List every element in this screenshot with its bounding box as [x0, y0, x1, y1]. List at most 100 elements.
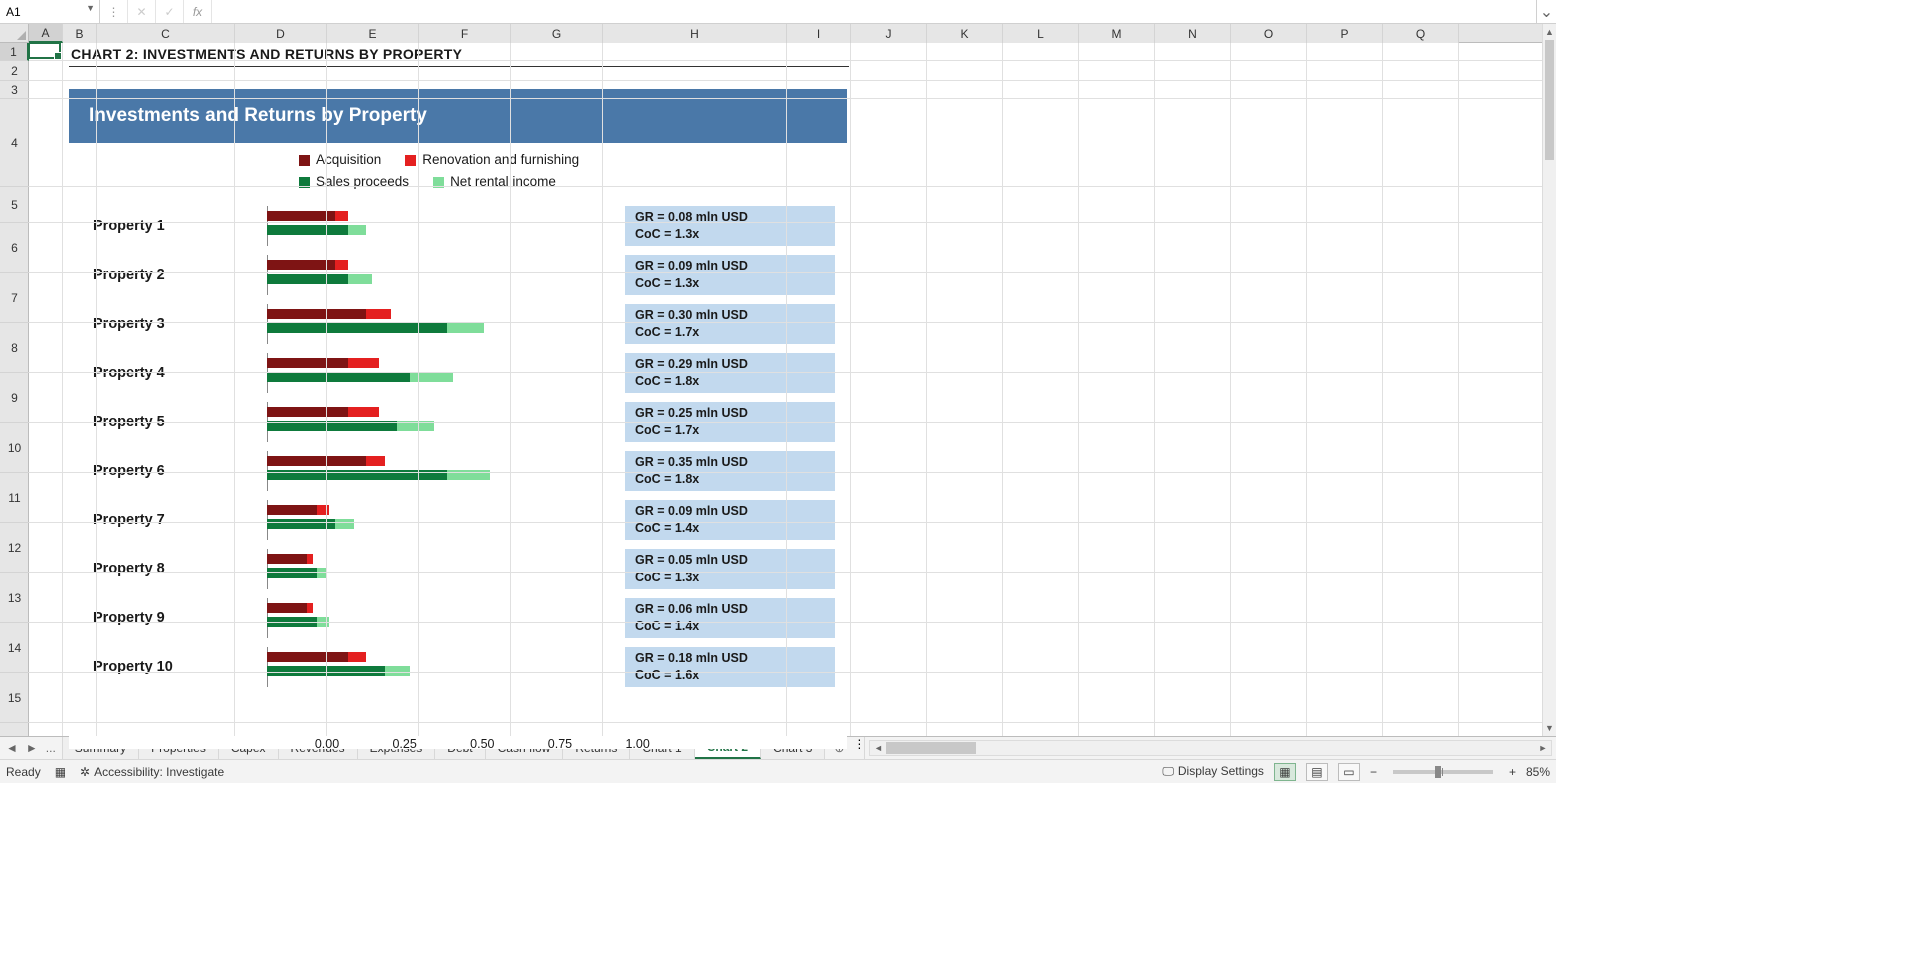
insert-function-button[interactable]: fx	[184, 0, 212, 23]
hscroll-track[interactable]	[886, 741, 1535, 755]
row-header-12[interactable]: 12	[0, 523, 29, 573]
active-cell[interactable]	[28, 42, 61, 59]
bar-net-rental	[335, 519, 354, 529]
cells-area[interactable]: CHART 2: INVESTMENTS AND RETURNS BY PROP…	[29, 43, 1542, 736]
legend-renovation: Renovation and furnishing	[405, 149, 579, 171]
tab-nav-prev[interactable]: ◄	[6, 741, 18, 755]
swatch-acquisition	[299, 155, 310, 166]
expand-formula-bar-button[interactable]: ⌄	[1536, 0, 1556, 23]
bar-renovation	[348, 358, 379, 368]
column-header-C[interactable]: C	[97, 24, 235, 43]
chart-row: Property 1GR = 0.08 mln USDCoC = 1.3x	[69, 201, 847, 250]
property-label: Property 6	[69, 463, 267, 479]
column-header-E[interactable]: E	[327, 24, 419, 43]
row-header-14[interactable]: 14	[0, 623, 29, 673]
view-page-break-button[interactable]: ▭	[1338, 763, 1360, 781]
embedded-chart[interactable]: Investments and Returns by Property Acqu…	[69, 89, 847, 749]
column-header-P[interactable]: P	[1307, 24, 1383, 43]
bar-sales	[267, 225, 348, 235]
accessibility-status[interactable]: ✲Accessibility: Investigate	[80, 765, 224, 779]
annotation-gr: GR = 0.29 mln USD	[635, 356, 825, 373]
view-normal-button[interactable]: ▦	[1274, 763, 1296, 781]
tab-nav-more[interactable]: ...	[46, 741, 56, 755]
bar-sales	[267, 470, 447, 480]
select-all-corner[interactable]	[0, 24, 29, 43]
row-header-5[interactable]: 5	[0, 187, 29, 223]
row-header-2[interactable]: 2	[0, 61, 29, 81]
property-bars	[267, 598, 587, 638]
property-bars	[267, 647, 587, 687]
hscroll-right-button[interactable]: ►	[1535, 743, 1551, 753]
name-box[interactable]: A1 ▼	[0, 0, 100, 23]
zoom-thumb[interactable]	[1435, 766, 1441, 778]
hscroll-left-button[interactable]: ◄	[870, 743, 886, 753]
property-label: Property 1	[69, 218, 267, 234]
bar-acquisition	[267, 652, 348, 662]
annotation-gr: GR = 0.18 mln USD	[635, 650, 825, 667]
bar-acquisition	[267, 309, 366, 319]
column-header-H[interactable]: H	[603, 24, 787, 43]
gridline-v	[96, 43, 97, 736]
column-header-F[interactable]: F	[419, 24, 511, 43]
vscroll-thumb[interactable]	[1545, 40, 1554, 160]
column-header-M[interactable]: M	[1079, 24, 1155, 43]
row-header-7[interactable]: 7	[0, 273, 29, 323]
hscroll-thumb[interactable]	[886, 742, 976, 754]
horizontal-scrollbar[interactable]: ◄ ►	[869, 740, 1552, 756]
name-box-dropdown-icon[interactable]: ▼	[86, 3, 95, 13]
row-header-6[interactable]: 6	[0, 223, 29, 273]
tab-nav-next[interactable]: ►	[26, 741, 38, 755]
row-header-15[interactable]: 15	[0, 673, 29, 723]
column-header-J[interactable]: J	[851, 24, 927, 43]
annotation-gr: GR = 0.05 mln USD	[635, 552, 825, 569]
vertical-scrollbar[interactable]: ▲ ▼	[1542, 24, 1556, 736]
property-label: Property 7	[69, 512, 267, 528]
column-header-O[interactable]: O	[1231, 24, 1307, 43]
chart-row: Property 10GR = 0.18 mln USDCoC = 1.6x	[69, 642, 847, 691]
formula-input[interactable]	[212, 0, 1536, 23]
annotation-coc: CoC = 1.3x	[635, 226, 825, 243]
annotation-gr: GR = 0.25 mln USD	[635, 405, 825, 422]
row-header-13[interactable]: 13	[0, 573, 29, 623]
zoom-slider[interactable]	[1393, 770, 1493, 774]
cancel-formula-button[interactable]: ✕	[128, 0, 156, 23]
column-header-G[interactable]: G	[511, 24, 603, 43]
column-header-K[interactable]: K	[927, 24, 1003, 43]
row-header-10[interactable]: 10	[0, 423, 29, 473]
column-header-B[interactable]: B	[63, 24, 97, 43]
column-header-N[interactable]: N	[1155, 24, 1231, 43]
gridline-v	[326, 43, 327, 736]
bar-renovation	[335, 260, 347, 270]
bar-renovation	[366, 456, 385, 466]
chart-legend: Acquisition Renovation and furnishing Sa…	[69, 143, 689, 197]
row-headers: 123456789101112131415	[0, 43, 29, 736]
zoom-out-button[interactable]: −	[1370, 765, 1377, 779]
chart-x-axis: 0.000.250.500.751.00	[327, 737, 662, 751]
annotation-gr: GR = 0.06 mln USD	[635, 601, 825, 618]
column-header-A[interactable]: A	[29, 24, 63, 43]
column-header-D[interactable]: D	[235, 24, 327, 43]
display-settings-button[interactable]: 🖵Display Settings	[1162, 764, 1264, 779]
property-bars	[267, 549, 587, 589]
column-header-Q[interactable]: Q	[1383, 24, 1459, 43]
row-header-9[interactable]: 9	[0, 373, 29, 423]
chart-row: Property 3GR = 0.30 mln USDCoC = 1.7x	[69, 299, 847, 348]
column-header-L[interactable]: L	[1003, 24, 1079, 43]
scroll-down-button[interactable]: ▼	[1543, 720, 1556, 736]
row-header-4[interactable]: 4	[0, 99, 29, 187]
property-annotation: GR = 0.05 mln USDCoC = 1.3x	[625, 549, 835, 589]
zoom-level[interactable]: 85%	[1526, 765, 1550, 779]
enter-formula-button[interactable]: ✓	[156, 0, 184, 23]
macro-record-icon[interactable]: ▦	[55, 765, 66, 779]
column-header-I[interactable]: I	[787, 24, 851, 43]
row-header-3[interactable]: 3	[0, 81, 29, 99]
scroll-up-button[interactable]: ▲	[1543, 24, 1556, 40]
zoom-in-button[interactable]: +	[1509, 765, 1516, 779]
row-header-8[interactable]: 8	[0, 323, 29, 373]
row-header-11[interactable]: 11	[0, 473, 29, 523]
view-page-layout-button[interactable]: ▤	[1306, 763, 1328, 781]
title-underline	[69, 66, 849, 67]
function-dropdown-button[interactable]: ⋮	[100, 0, 128, 23]
row-header-1[interactable]: 1	[0, 43, 29, 61]
bar-acquisition	[267, 456, 366, 466]
